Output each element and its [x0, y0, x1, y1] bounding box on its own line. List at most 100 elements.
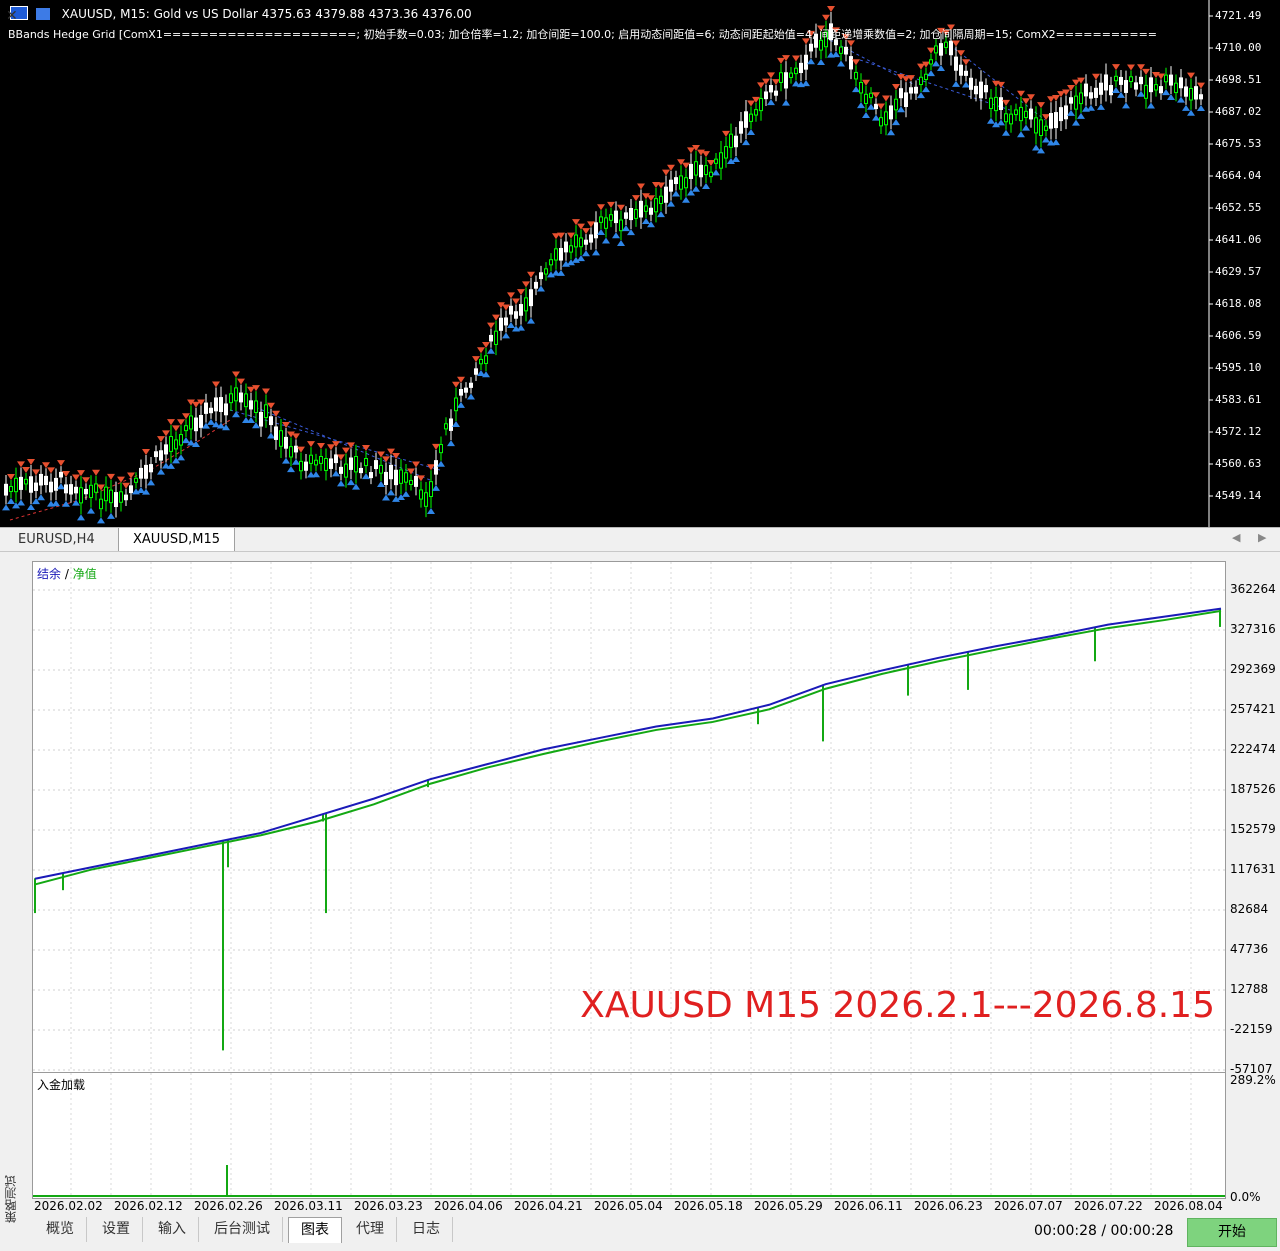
buy-arrow-icon — [502, 332, 510, 339]
candle-body — [529, 289, 533, 307]
buy-arrow-icon — [837, 60, 845, 67]
tab-backtest[interactable]: 后台测试 — [202, 1217, 283, 1242]
buy-arrow-icon — [427, 507, 435, 514]
sell-arrow-icon — [1002, 99, 1010, 106]
candle-body — [494, 330, 498, 345]
buy-arrow-icon — [517, 324, 525, 331]
tester-tab-bar: 概览 设置 输入 后台测试 图表 代理 日志 — [26, 1217, 1026, 1243]
candle-body — [219, 397, 223, 413]
sell-arrow-icon — [162, 430, 170, 437]
sell-arrow-icon — [292, 433, 300, 440]
close-icon[interactable]: ✕ — [6, 8, 18, 24]
sell-arrow-icon — [452, 381, 460, 388]
price-label: 4698.51 — [1215, 73, 1262, 86]
candle-body — [904, 92, 908, 107]
price-label: 4710.00 — [1215, 41, 1262, 54]
sell-arrow-icon — [567, 232, 575, 239]
tab-overview[interactable]: 概览 — [34, 1217, 87, 1242]
candle-body — [1189, 87, 1193, 101]
indicator-params: BBands Hedge Grid [ComX1================… — [8, 28, 1158, 41]
scroll-left-icon[interactable]: ◀ — [1232, 531, 1240, 544]
candle-body — [1039, 119, 1043, 137]
candle-body — [164, 444, 168, 455]
sell-arrow-icon — [412, 461, 420, 468]
candle-body — [769, 85, 773, 93]
candle-body — [1089, 92, 1093, 99]
tab-settings[interactable]: 设置 — [90, 1217, 143, 1242]
sell-arrow-icon — [827, 5, 835, 12]
candle-body — [1069, 97, 1073, 104]
candle-body — [64, 484, 68, 494]
candle-body — [209, 407, 213, 414]
candle-body — [709, 171, 713, 178]
buy-arrow-icon — [872, 114, 880, 121]
sell-arrow-icon — [1017, 90, 1025, 97]
sell-arrow-icon — [382, 456, 390, 463]
candle-body — [139, 467, 143, 479]
sell-arrow-icon — [772, 79, 780, 86]
buy-arrow-icon — [622, 225, 630, 232]
sell-arrow-icon — [57, 460, 65, 467]
sell-arrow-icon — [507, 292, 515, 299]
tab-eurusd-h4[interactable]: EURUSD,H4 — [4, 528, 109, 551]
candle-body — [729, 133, 733, 148]
price-label: 4629.57 — [1215, 265, 1262, 278]
tab-inputs[interactable]: 输入 — [146, 1217, 199, 1242]
buy-arrow-icon — [1072, 119, 1080, 126]
candle-body — [644, 205, 648, 212]
candle-body — [289, 446, 293, 458]
candle-body — [59, 471, 63, 478]
deposit-title: 入金加载 — [37, 1078, 86, 1092]
candle-body — [144, 464, 148, 479]
candle-body — [909, 87, 913, 94]
sell-arrow-icon — [617, 204, 625, 211]
buy-arrow-icon — [72, 499, 80, 506]
candle-body — [429, 481, 433, 498]
candle-body — [1044, 125, 1048, 131]
sell-arrow-icon — [1042, 114, 1050, 121]
price-chart[interactable]: XAUUSD, M15: Gold vs US Dollar 4375.63 4… — [0, 0, 1280, 527]
buy-arrow-icon — [347, 479, 355, 486]
candle-body — [39, 473, 43, 486]
buy-arrow-icon — [672, 190, 680, 197]
candle-body — [419, 489, 423, 500]
candle-body — [109, 489, 113, 504]
candle-body — [224, 403, 228, 416]
buy-arrow-icon — [1137, 90, 1145, 97]
candle-body — [389, 464, 393, 480]
candle-body — [4, 483, 8, 496]
sell-arrow-icon — [7, 474, 15, 481]
candle-body — [179, 434, 183, 446]
buy-arrow-icon — [1042, 136, 1050, 143]
tab-chart[interactable]: 图表 — [288, 1217, 342, 1243]
candle-body — [774, 90, 778, 96]
tab-journal[interactable]: 日志 — [400, 1217, 453, 1242]
tab-xauusd-m15[interactable]: XAUUSD,M15 — [118, 528, 235, 552]
candle-body — [954, 56, 958, 71]
buy-arrow-icon — [592, 249, 600, 256]
start-button[interactable]: 开始 — [1187, 1218, 1277, 1247]
buy-arrow-icon — [437, 460, 445, 467]
sell-arrow-icon — [822, 14, 830, 21]
buy-arrow-icon — [57, 483, 65, 490]
tab-agents[interactable]: 代理 — [344, 1217, 397, 1242]
candle-body — [469, 382, 473, 388]
candle-body — [74, 486, 78, 494]
candle-body — [1024, 110, 1028, 119]
buy-arrow-icon — [1087, 104, 1095, 111]
sell-arrow-icon — [927, 47, 935, 54]
candle-body — [594, 222, 598, 239]
candle-body — [89, 484, 93, 499]
balance-y-label: 152579 — [1230, 822, 1276, 836]
price-label: 4560.63 — [1215, 457, 1262, 470]
candle-body — [344, 463, 348, 478]
buy-arrow-icon — [642, 217, 650, 224]
candle-body — [784, 72, 788, 89]
buy-arrow-icon — [802, 80, 810, 87]
candle-body — [114, 492, 118, 508]
buy-arrow-icon — [887, 129, 895, 136]
scroll-right-icon[interactable]: ▶ — [1258, 531, 1266, 544]
candle-body — [1019, 106, 1023, 122]
candle-body — [504, 317, 508, 326]
buy-arrow-icon — [897, 106, 905, 113]
